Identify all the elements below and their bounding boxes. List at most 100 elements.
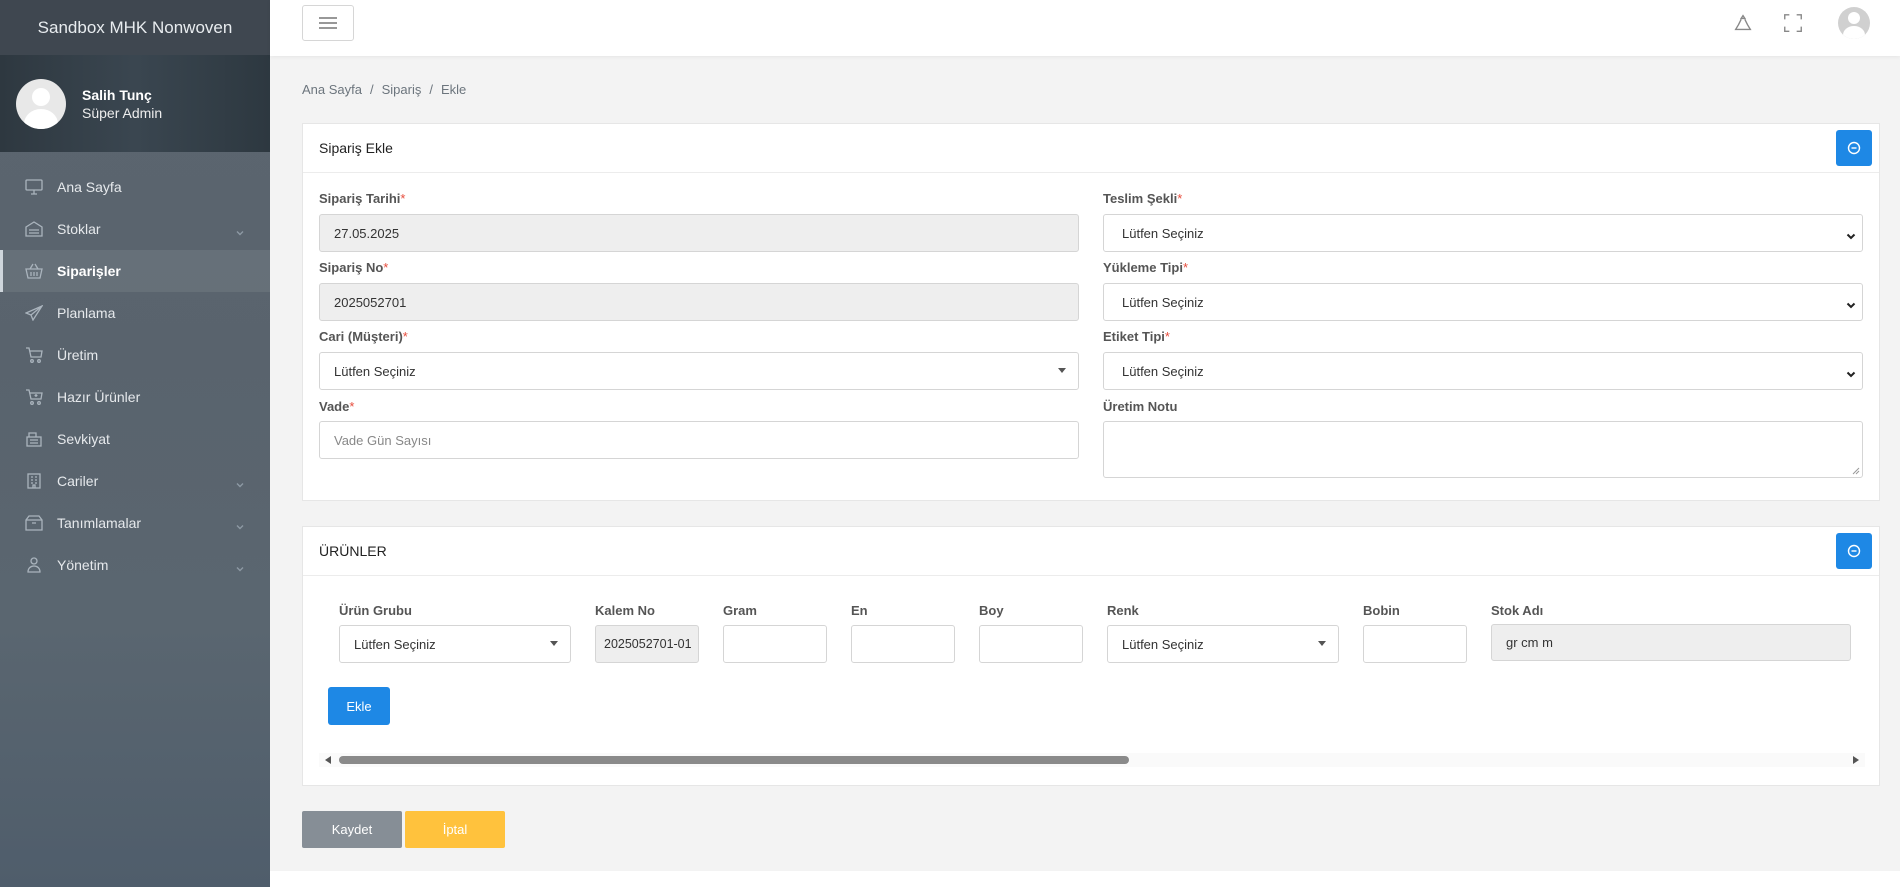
collapse-button[interactable] <box>1836 130 1872 166</box>
card-title: Sipariş Ekle <box>319 140 393 156</box>
save-button[interactable]: Kaydet <box>302 811 402 848</box>
sidebar-item-siparisler[interactable]: Siparişler <box>0 250 270 292</box>
chevron-down-icon <box>236 560 244 572</box>
item-no-header: Kalem No <box>595 603 655 618</box>
sidebar-item-planlama[interactable]: Planlama <box>0 292 270 334</box>
brand-title[interactable]: Sandbox MHK Nonwoven <box>0 0 270 55</box>
sidebar-item-uretim[interactable]: Üretim <box>0 334 270 376</box>
resize-handle-icon[interactable] <box>1852 467 1860 475</box>
users-icon <box>25 557 43 573</box>
en-header: En <box>851 603 868 618</box>
due-label: Vade* <box>319 399 355 414</box>
gram-input[interactable] <box>723 625 827 663</box>
sidebar-item-sevkiyat[interactable]: Sevkiyat <box>0 418 270 460</box>
breadcrumb-order[interactable]: Sipariş <box>382 82 422 97</box>
sidebar-item-label: Stoklar <box>57 221 101 237</box>
stock-name-field[interactable]: gr cm m <box>1491 624 1851 661</box>
breadcrumb-home[interactable]: Ana Sayfa <box>302 82 362 97</box>
order-no-field[interactable]: 2025052701 <box>319 283 1079 321</box>
sidebar-item-stoklar[interactable]: Stoklar <box>0 208 270 250</box>
paper-plane-icon <box>25 305 43 321</box>
user-profile: Salih Tunç Süper Admin <box>0 55 270 152</box>
chevron-down-icon <box>236 476 244 488</box>
sidebar-item-ana-sayfa[interactable]: Ana Sayfa <box>0 166 270 208</box>
chevron-down-icon <box>236 224 244 236</box>
en-input[interactable] <box>851 625 955 663</box>
product-group-select[interactable]: Lütfen Seçiniz <box>339 625 571 663</box>
sidebar-menu: Ana Sayfa Stoklar Siparişler Planlama Ür… <box>0 166 270 586</box>
stock-name-header: Stok Adı <box>1491 603 1544 618</box>
sidebar-item-label: Tanımlamalar <box>57 515 142 531</box>
product-group-header: Ürün Grubu <box>339 603 412 618</box>
breadcrumb-current: Ekle <box>441 82 467 97</box>
item-no-field[interactable]: 2025052701-01 <box>595 625 699 663</box>
production-note-textarea[interactable] <box>1103 421 1863 478</box>
warehouse-icon <box>25 221 43 237</box>
sidebar-item-label: Üretim <box>57 347 99 363</box>
caret-down-icon <box>550 641 558 646</box>
customer-select[interactable]: Lütfen Seçiniz <box>319 352 1079 390</box>
breadcrumb-separator: / <box>429 82 433 97</box>
products-card-header: ÜRÜNLER <box>303 527 1879 576</box>
sidebar-item-label: Planlama <box>57 305 116 321</box>
sidebar-item-cariler[interactable]: Cariler <box>0 460 270 502</box>
color-header: Renk <box>1107 603 1139 618</box>
bobin-input[interactable] <box>1363 625 1467 663</box>
minus-circle-icon <box>1847 141 1861 155</box>
card-title: ÜRÜNLER <box>319 543 387 559</box>
sidebar-item-label: Ana Sayfa <box>57 179 122 195</box>
user-avatar-button[interactable] <box>1838 7 1870 39</box>
footer <box>270 871 1900 887</box>
order-card-header: Sipariş Ekle <box>303 124 1879 173</box>
delivery-select[interactable]: Lütfen Seçiniz <box>1103 214 1863 252</box>
order-date-field[interactable]: 27.05.2025 <box>319 214 1079 252</box>
monitor-icon <box>25 179 43 195</box>
recycle-icon[interactable] <box>1730 10 1756 36</box>
loading-type-select[interactable]: Lütfen Seçiniz <box>1103 283 1863 321</box>
chevron-down-icon <box>1846 367 1856 378</box>
basket-icon <box>25 263 43 279</box>
collapse-button[interactable] <box>1836 533 1872 569</box>
sidebar-item-label: Sevkiyat <box>57 431 110 447</box>
products-card: ÜRÜNLER Ürün Grubu Lütfen Seçiniz Kalem … <box>302 526 1880 786</box>
chevron-down-icon <box>1846 229 1856 240</box>
user-role: Süper Admin <box>82 104 163 121</box>
order-no-label: Sipariş No* <box>319 260 389 275</box>
label-type-select[interactable]: Lütfen Seçiniz <box>1103 352 1863 390</box>
cart-icon <box>25 347 43 363</box>
box-icon <box>25 515 43 531</box>
building-icon <box>25 473 43 489</box>
sidebar-item-tanimlamalar[interactable]: Tanımlamalar <box>0 502 270 544</box>
scroll-left-arrow-icon[interactable] <box>325 756 331 764</box>
gram-header: Gram <box>723 603 757 618</box>
scroll-right-arrow-icon[interactable] <box>1853 756 1859 764</box>
color-select[interactable]: Lütfen Seçiniz <box>1107 625 1339 663</box>
avatar <box>16 78 66 129</box>
caret-down-icon <box>1058 368 1066 373</box>
sidebar-item-label: Siparişler <box>57 263 121 279</box>
label-type-label: Etiket Tipi* <box>1103 329 1170 344</box>
hamburger-icon <box>319 17 337 29</box>
chevron-down-icon <box>236 518 244 530</box>
due-days-input[interactable]: Vade Gün Sayısı <box>319 421 1079 459</box>
sidebar: Sandbox MHK Nonwoven Salih Tunç Süper Ad… <box>0 0 270 887</box>
order-date-label: Sipariş Tarihi* <box>319 191 406 206</box>
scrollbar-thumb[interactable] <box>339 756 1129 764</box>
menu-toggle-button[interactable] <box>302 5 354 41</box>
fullscreen-icon[interactable] <box>1780 10 1806 36</box>
cancel-button[interactable]: İptal <box>405 811 505 848</box>
minus-circle-icon <box>1847 544 1861 558</box>
customer-label: Cari (Müşteri)* <box>319 329 408 344</box>
cash-register-icon <box>25 431 43 447</box>
order-card: Sipariş Ekle Sipariş Tarihi* 27.05.2025 … <box>302 123 1880 501</box>
caret-down-icon <box>1318 641 1326 646</box>
sidebar-item-label: Hazır Ürünler <box>57 389 141 405</box>
add-product-button[interactable]: Ekle <box>328 687 390 725</box>
sidebar-item-yonetim[interactable]: Yönetim <box>0 544 270 586</box>
boy-header: Boy <box>979 603 1004 618</box>
sidebar-item-label: Yönetim <box>57 557 109 573</box>
bobin-header: Bobin <box>1363 603 1400 618</box>
sidebar-item-hazir-urunler[interactable]: Hazır Ürünler <box>0 376 270 418</box>
horizontal-scrollbar[interactable] <box>319 753 1865 767</box>
boy-input[interactable] <box>979 625 1083 663</box>
